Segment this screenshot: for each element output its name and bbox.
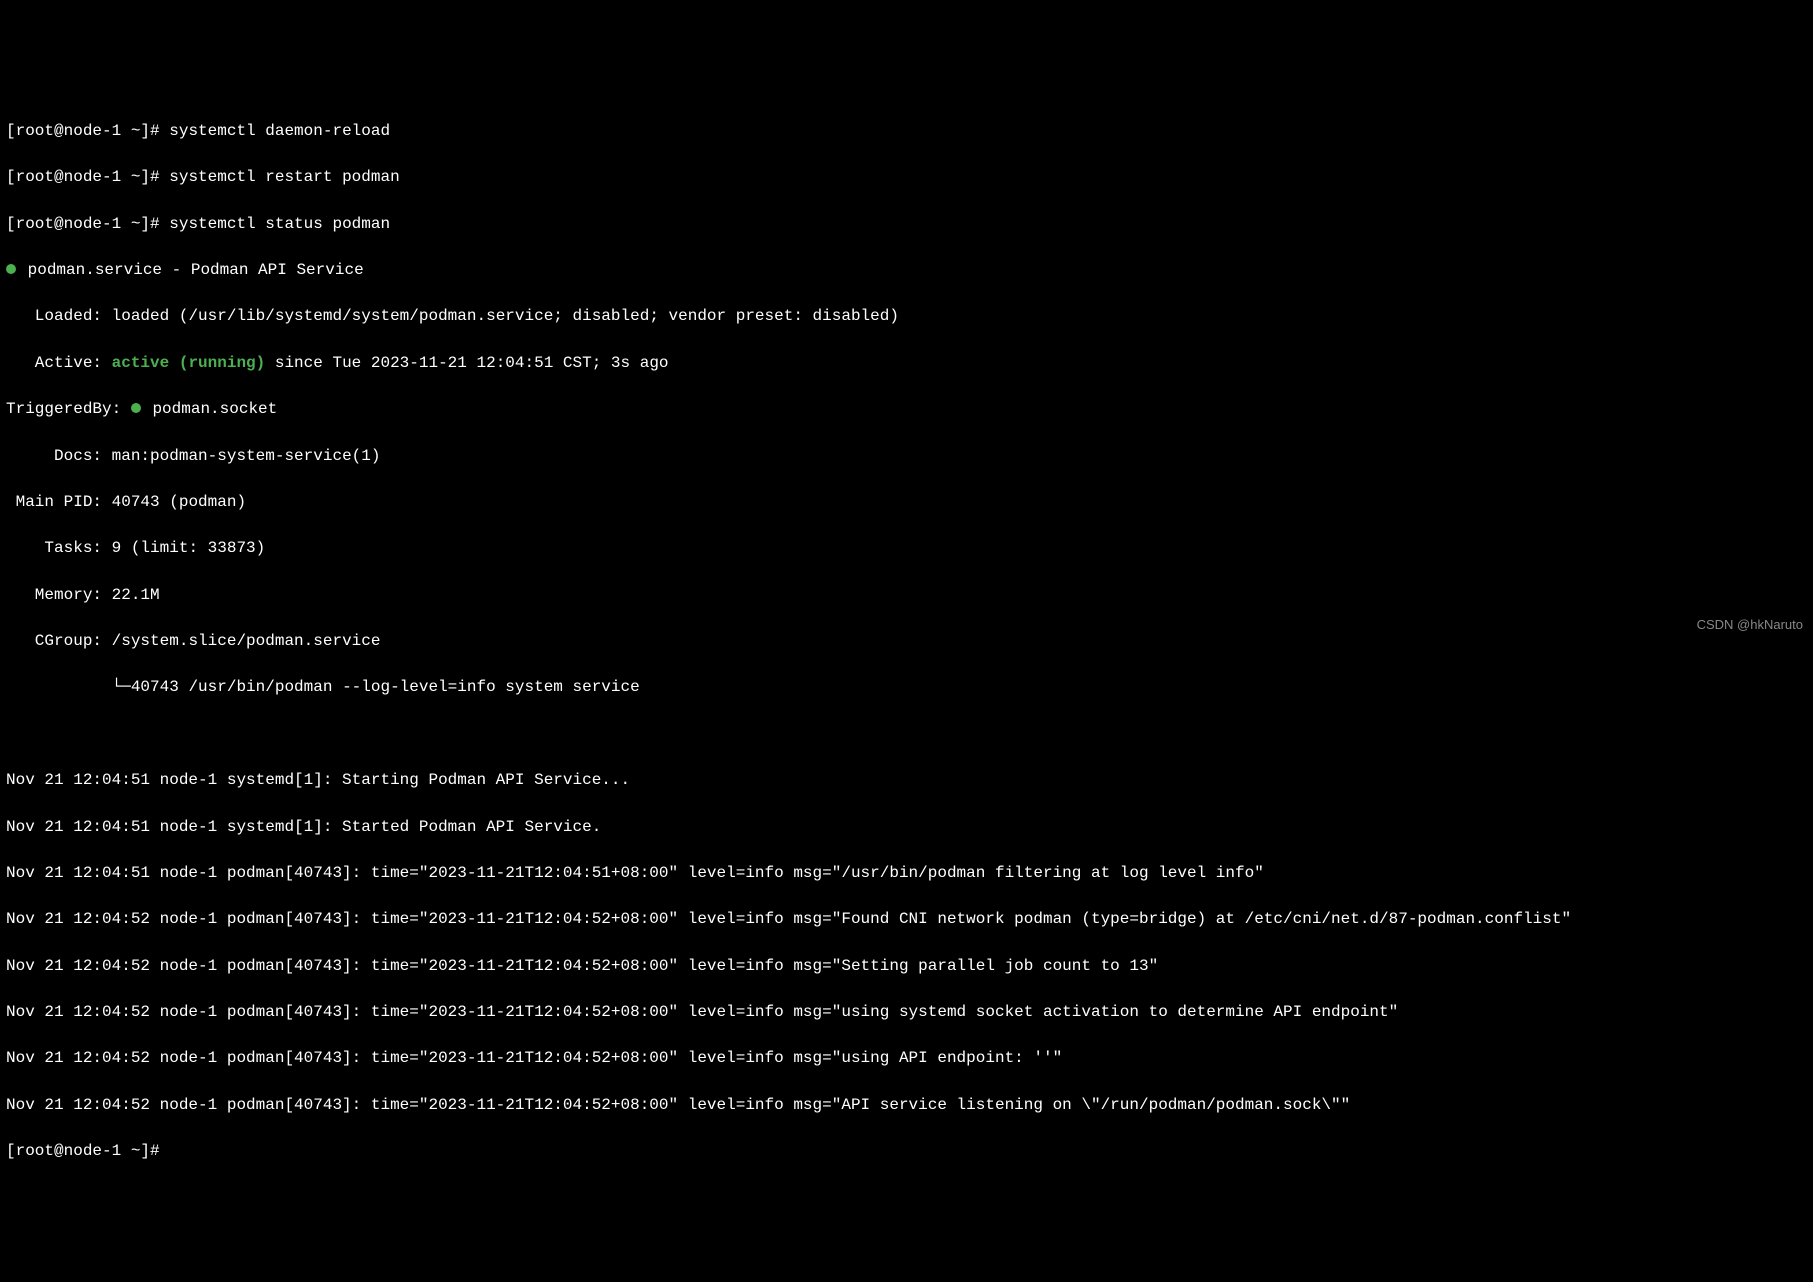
- triggeredby-line: TriggeredBy: podman.socket: [6, 398, 1807, 421]
- log-line: Nov 21 12:04:52 node-1 podman[40743]: ti…: [6, 1001, 1807, 1024]
- field-value: 9 (limit: 33873): [112, 539, 266, 557]
- command-text: systemctl daemon-reload: [169, 122, 390, 140]
- service-header: podman.service - Podman API Service: [6, 259, 1807, 282]
- active-since: since Tue 2023-11-21 12:04:51 CST; 3s ag…: [265, 354, 668, 372]
- field-value: 22.1M: [112, 586, 160, 604]
- log-line: Nov 21 12:04:52 node-1 podman[40743]: ti…: [6, 1094, 1807, 1117]
- command-line: [root@node-1 ~]# systemctl status podman: [6, 213, 1807, 236]
- terminal-output[interactable]: [root@node-1 ~]# systemctl daemon-reload…: [6, 97, 1807, 1187]
- service-unit: podman.service - Podman API Service: [28, 261, 364, 279]
- active-state: active (running): [112, 354, 266, 372]
- cgroup-process: └─40743 /usr/bin/podman --log-level=info…: [6, 676, 1807, 699]
- blank-line: [6, 723, 1807, 746]
- status-dot-icon: [6, 264, 16, 274]
- field-label: Docs:: [6, 447, 112, 465]
- log-line: Nov 21 12:04:52 node-1 podman[40743]: ti…: [6, 908, 1807, 931]
- field-label: Memory:: [6, 586, 112, 604]
- status-dot-icon: [131, 403, 141, 413]
- process-cmdline: 40743 /usr/bin/podman --log-level=info s…: [131, 678, 640, 696]
- shell-prompt-line[interactable]: [root@node-1 ~]#: [6, 1140, 1807, 1163]
- field-label: Active:: [6, 354, 112, 372]
- log-line: Nov 21 12:04:51 node-1 systemd[1]: Start…: [6, 816, 1807, 839]
- command-text: systemctl status podman: [169, 215, 390, 233]
- shell-prompt: [root@node-1 ~]#: [6, 1142, 160, 1160]
- log-line: Nov 21 12:04:52 node-1 podman[40743]: ti…: [6, 1047, 1807, 1070]
- shell-prompt: [root@node-1 ~]#: [6, 215, 169, 233]
- loaded-line: Loaded: loaded (/usr/lib/systemd/system/…: [6, 305, 1807, 328]
- field-label: Loaded:: [6, 307, 112, 325]
- log-line: Nov 21 12:04:52 node-1 podman[40743]: ti…: [6, 955, 1807, 978]
- field-label: Tasks:: [6, 539, 112, 557]
- watermark: CSDN @hkNaruto: [1697, 616, 1803, 635]
- field-value: /system.slice/podman.service: [112, 632, 381, 650]
- mainpid-line: Main PID: 40743 (podman): [6, 491, 1807, 514]
- cgroup-line: CGroup: /system.slice/podman.service: [6, 630, 1807, 653]
- field-value: podman.socket: [152, 400, 277, 418]
- field-label: TriggeredBy:: [6, 400, 131, 418]
- shell-prompt: [root@node-1 ~]#: [6, 168, 169, 186]
- command-text: systemctl restart podman: [169, 168, 399, 186]
- log-line: Nov 21 12:04:51 node-1 podman[40743]: ti…: [6, 862, 1807, 885]
- docs-line: Docs: man:podman-system-service(1): [6, 445, 1807, 468]
- field-label: CGroup:: [6, 632, 112, 650]
- tree-branch-icon: └─: [6, 678, 131, 696]
- active-line: Active: active (running) since Tue 2023-…: [6, 352, 1807, 375]
- log-line: Nov 21 12:04:51 node-1 systemd[1]: Start…: [6, 769, 1807, 792]
- command-line: [root@node-1 ~]# systemctl restart podma…: [6, 166, 1807, 189]
- tasks-line: Tasks: 9 (limit: 33873): [6, 537, 1807, 560]
- field-value: 40743 (podman): [112, 493, 246, 511]
- memory-line: Memory: 22.1M: [6, 584, 1807, 607]
- command-line: [root@node-1 ~]# systemctl daemon-reload: [6, 120, 1807, 143]
- field-value: loaded (/usr/lib/systemd/system/podman.s…: [112, 307, 899, 325]
- field-label: Main PID:: [6, 493, 112, 511]
- shell-prompt: [root@node-1 ~]#: [6, 122, 169, 140]
- field-value: man:podman-system-service(1): [112, 447, 381, 465]
